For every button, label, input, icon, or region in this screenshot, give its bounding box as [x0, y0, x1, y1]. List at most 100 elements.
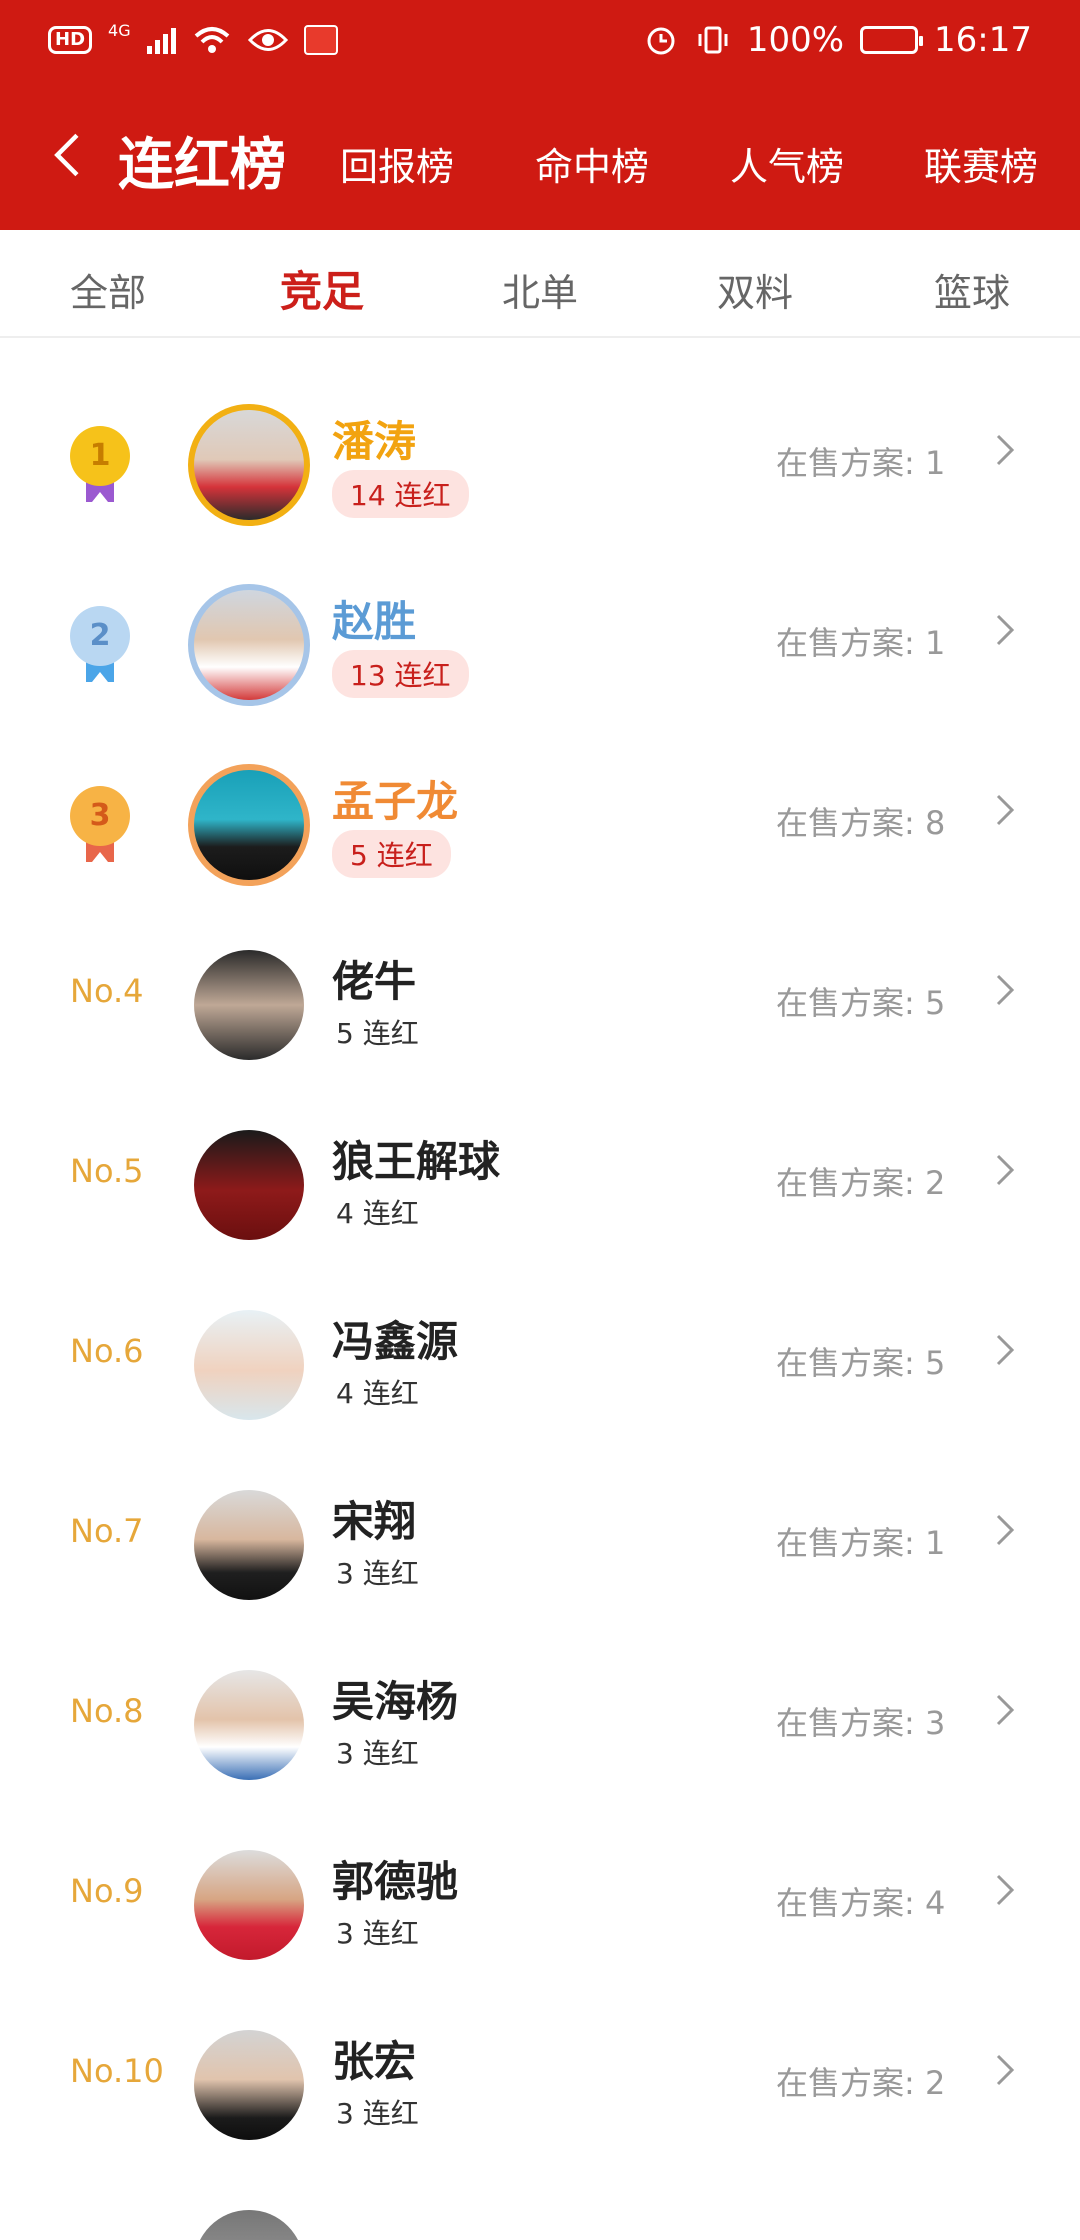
- battery-percent: 100%: [746, 20, 845, 60]
- on-sale-label: 在售方案: 1: [776, 444, 946, 482]
- silver-medal-icon: 2: [70, 606, 130, 686]
- list-item[interactable]: No.9 郭德驰 3 连红 在售方案: 4: [0, 1810, 1080, 1990]
- avatar[interactable]: [194, 1490, 304, 1600]
- chevron-right-icon[interactable]: [994, 2050, 1018, 2090]
- user-name[interactable]: 冯鑫源: [332, 1308, 458, 1369]
- tab-popularity-rank[interactable]: 人气榜: [730, 136, 844, 191]
- streak-text: 3 连红: [336, 1557, 419, 1590]
- chevron-right-icon[interactable]: [994, 1690, 1018, 1730]
- tab-hit-rank[interactable]: 命中榜: [535, 136, 649, 191]
- signal-icon: [146, 26, 176, 54]
- streak-text: 3 连红: [336, 1917, 419, 1950]
- list-item[interactable]: No.8 吴海杨 3 连红 在售方案: 3: [0, 1630, 1080, 1810]
- on-sale-count: 3: [924, 1704, 946, 1742]
- battery-icon: [860, 26, 924, 54]
- list-item-partial[interactable]: [0, 2170, 1080, 2240]
- avatar[interactable]: [194, 1130, 304, 1240]
- status-left: HD 4G: [48, 20, 338, 56]
- alarm-icon: [647, 27, 675, 55]
- category-jingzu[interactable]: 竞足: [280, 258, 364, 319]
- on-sale-label: 在售方案: 1: [776, 624, 946, 662]
- streak-text: 4 连红: [336, 1197, 419, 1230]
- user-name[interactable]: 宋翔: [332, 1488, 416, 1549]
- category-shuangliao[interactable]: 双料: [717, 262, 793, 317]
- streak-badge: 13 连红: [332, 650, 469, 698]
- on-sale-count: 5: [924, 984, 946, 1022]
- user-name[interactable]: 张宏: [332, 2028, 416, 2089]
- on-sale-count: 5: [924, 1344, 946, 1382]
- vibrate-icon: [698, 26, 728, 54]
- user-name[interactable]: 郭德驰: [332, 1848, 458, 1909]
- list-item[interactable]: No.7 宋翔 3 连红 在售方案: 1: [0, 1450, 1080, 1630]
- chevron-right-icon[interactable]: [994, 1150, 1018, 1190]
- avatar[interactable]: [194, 770, 304, 880]
- rank-number: No.6: [70, 1332, 144, 1370]
- on-sale-label: 在售方案: 2: [776, 2064, 946, 2102]
- avatar[interactable]: [194, 1310, 304, 1420]
- network-type-label: 4G: [108, 20, 131, 40]
- avatar[interactable]: [194, 950, 304, 1060]
- user-name[interactable]: 孟子龙: [332, 768, 458, 829]
- user-name[interactable]: 佬牛: [332, 948, 416, 1009]
- category-basketball[interactable]: 篮球: [934, 262, 1010, 317]
- tab-return-rank[interactable]: 回报榜: [340, 136, 454, 191]
- avatar[interactable]: [194, 410, 304, 520]
- app-header: HD 4G 100% 16:17 连红榜 回报榜 命中榜 人气榜 联赛榜: [0, 0, 1080, 230]
- avatar[interactable]: [194, 1670, 304, 1780]
- on-sale-label: 在售方案: 5: [776, 984, 946, 1022]
- streak-text: 3 连红: [336, 2097, 419, 2130]
- on-sale-count: 2: [924, 1164, 946, 1202]
- rank-number: No.8: [70, 1692, 144, 1730]
- category-beidan[interactable]: 北单: [502, 262, 578, 317]
- streak-text: 3 连红: [336, 1737, 419, 1770]
- chevron-right-icon[interactable]: [994, 1510, 1018, 1550]
- chevron-right-icon[interactable]: [994, 430, 1018, 470]
- on-sale-count: 1: [924, 624, 946, 662]
- user-name[interactable]: 吴海杨: [332, 1668, 458, 1729]
- list-item[interactable]: No.5 狼王解球 4 连红 在售方案: 2: [0, 1090, 1080, 1270]
- streak-badge: 14 连红: [332, 470, 469, 518]
- chevron-right-icon[interactable]: [994, 970, 1018, 1010]
- avatar[interactable]: [194, 590, 304, 700]
- gold-medal-icon: 1: [70, 426, 130, 506]
- rank-number: 2: [70, 606, 130, 666]
- avatar[interactable]: [194, 1850, 304, 1960]
- on-sale-label: 在售方案: 5: [776, 1344, 946, 1382]
- list-item[interactable]: No.6 冯鑫源 4 连红 在售方案: 5: [0, 1270, 1080, 1450]
- tab-league-rank[interactable]: 联赛榜: [924, 136, 1038, 191]
- rank-number: No.5: [70, 1152, 144, 1190]
- on-sale-label: 在售方案: 8: [776, 804, 946, 842]
- streak-text: 4 连红: [336, 1377, 419, 1410]
- chevron-right-icon[interactable]: [994, 610, 1018, 650]
- on-sale-count: 8: [924, 804, 946, 842]
- list-item[interactable]: No.10 张宏 3 连红 在售方案: 2: [0, 1990, 1080, 2170]
- rank-number: No.9: [70, 1872, 144, 1910]
- eye-icon: [247, 29, 288, 51]
- back-arrow-icon[interactable]: [48, 130, 88, 180]
- rank-number: 3: [70, 786, 130, 846]
- on-sale-label: 在售方案: 4: [776, 1884, 946, 1922]
- category-all[interactable]: 全部: [70, 262, 146, 317]
- wifi-icon: [194, 27, 229, 53]
- user-name[interactable]: 赵胜: [332, 588, 416, 649]
- chevron-right-icon[interactable]: [994, 1870, 1018, 1910]
- rank-number: No.4: [70, 972, 144, 1010]
- list-item[interactable]: 3 孟子龙 5 连红 在售方案: 8: [0, 730, 1080, 910]
- clock: 16:17: [934, 20, 1032, 60]
- avatar[interactable]: [194, 2030, 304, 2140]
- page-title[interactable]: 连红榜: [118, 120, 286, 201]
- hd-icon: HD: [48, 26, 93, 54]
- list-item[interactable]: 1 潘涛 14 连红 在售方案: 1: [0, 370, 1080, 550]
- app-notification-icon: [303, 25, 338, 55]
- list-item[interactable]: No.4 佬牛 5 连红 在售方案: 5: [0, 910, 1080, 1090]
- user-name[interactable]: 狼王解球: [332, 1128, 500, 1189]
- chevron-right-icon[interactable]: [994, 790, 1018, 830]
- on-sale-label: 在售方案: 2: [776, 1164, 946, 1202]
- user-name[interactable]: 潘涛: [332, 408, 416, 469]
- rank-number: No.10: [70, 2052, 164, 2090]
- status-bar: HD 4G 100% 16:17: [0, 0, 1080, 80]
- chevron-right-icon[interactable]: [994, 1330, 1018, 1370]
- avatar[interactable]: [194, 2210, 304, 2240]
- list-item[interactable]: 2 赵胜 13 连红 在售方案: 1: [0, 550, 1080, 730]
- category-tabs: 全部 竞足 北单 双料 篮球: [0, 230, 1080, 338]
